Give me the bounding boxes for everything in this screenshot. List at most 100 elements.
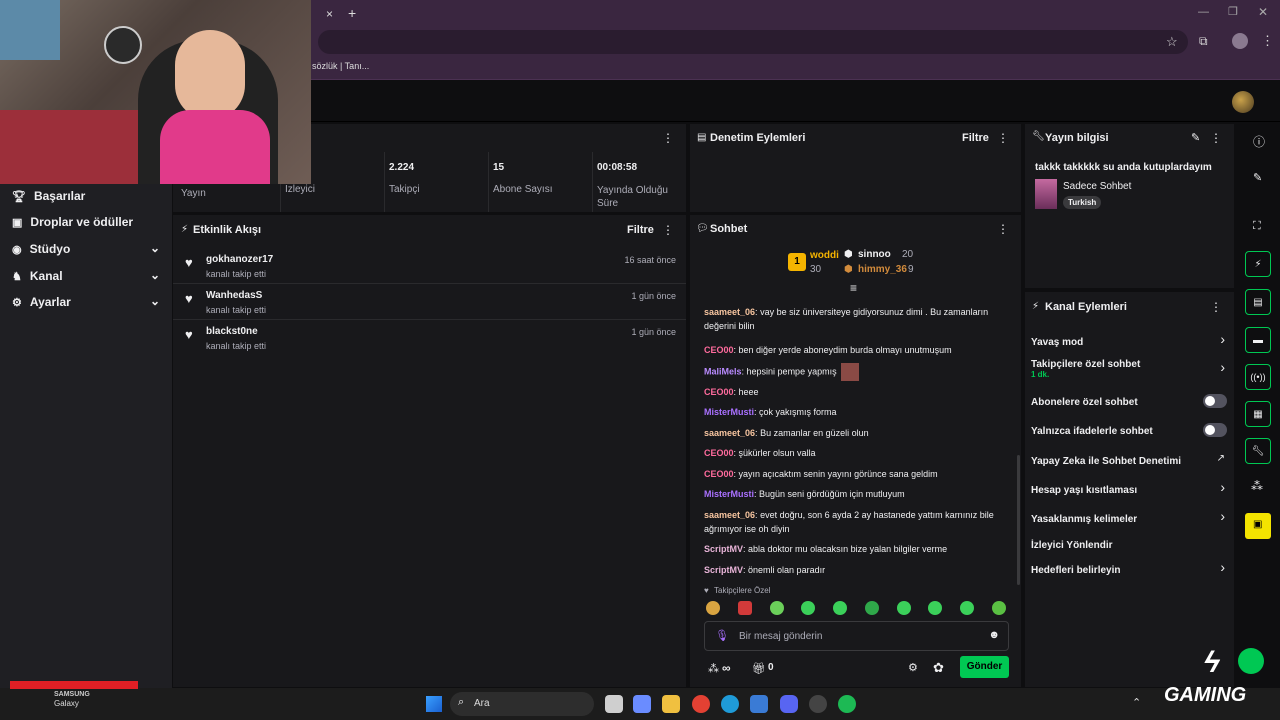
sidebar-item-achievements[interactable]: 🏆︎ Başarılar: [12, 189, 85, 203]
list-item[interactable]: ♥ WanhedasS kanalı takip etti 1 gün önce: [173, 284, 686, 320]
action-raid[interactable]: İzleyici Yönlendir: [1031, 537, 1229, 551]
extensions-icon[interactable]: ⧉: [1199, 34, 1208, 49]
chat-menu-icon[interactable]: ⋮: [997, 222, 1009, 236]
action-follower-chat[interactable]: Takipçilere özel sohbet 1 dk. ›: [1031, 359, 1229, 379]
bookmark-item[interactable]: sözlük | Tanı...: [312, 61, 369, 71]
quick-action-chat[interactable]: ▬: [1245, 327, 1271, 353]
heart-icon: ♥: [185, 291, 193, 306]
channel-points-icon[interactable]: ⁂: [708, 662, 719, 675]
activity-menu-icon[interactable]: ⋮: [662, 223, 674, 237]
chrome-icon[interactable]: [692, 695, 710, 713]
pencil-icon[interactable]: ✎: [1191, 131, 1200, 144]
emote-button[interactable]: [769, 601, 784, 615]
community-icon[interactable]: ⁂: [1251, 479, 1263, 493]
action-subscriber-chat: Abonelere özel sohbet: [1031, 394, 1229, 408]
quick-action-lightning[interactable]: ⚡︎: [1245, 251, 1271, 277]
leaderboard-third-name[interactable]: himmy_36: [858, 264, 907, 275]
sidebar-item-studio[interactable]: ◉ Stüdyo ⌄: [12, 241, 160, 256]
profile-avatar[interactable]: [1232, 33, 1248, 49]
restore-icon[interactable]: ❐: [1228, 5, 1238, 18]
action-ai-moderation[interactable]: Yapay Zeka ile Sohbet Denetimi ↗: [1031, 453, 1229, 467]
discord-icon[interactable]: [780, 695, 798, 713]
moderation-menu-icon[interactable]: ⋮: [997, 131, 1009, 145]
quick-action-settings[interactable]: 🔧︎: [1245, 438, 1271, 464]
store-icon[interactable]: [750, 695, 768, 713]
task-view-icon[interactable]: [605, 695, 623, 713]
address-bar[interactable]: [318, 30, 1188, 54]
emote-button[interactable]: [896, 601, 911, 615]
rewards-icon[interactable]: ✿: [933, 660, 944, 676]
activity-filter-button[interactable]: Filtre: [627, 224, 654, 236]
browser-menu-icon[interactable]: ⋮: [1261, 33, 1274, 49]
close-window-icon[interactable]: ✕: [1258, 5, 1268, 19]
emote-button[interactable]: [960, 601, 975, 615]
info-icon[interactable]: ⓘ: [1253, 133, 1265, 150]
list-item[interactable]: ♥ blackst0ne kanalı takip etti 1 gün önc…: [173, 320, 686, 356]
quick-action-ad[interactable]: ▦: [1245, 401, 1271, 427]
chat-input[interactable]: 🎙︎ Bir mesaj gönderin ☻: [704, 621, 1009, 651]
stream-info-menu-icon[interactable]: ⋮: [1210, 131, 1222, 145]
gear-icon[interactable]: ⚙: [908, 661, 918, 674]
tray-chevron-icon[interactable]: ⌃: [1132, 696, 1141, 709]
channel-actions-menu-icon[interactable]: ⋮: [1210, 300, 1222, 314]
emote-button[interactable]: [864, 601, 879, 615]
leaderboard-first-name[interactable]: woddi: [810, 250, 839, 261]
copilot-icon[interactable]: [633, 695, 651, 713]
subscriber-chat-toggle[interactable]: [1203, 394, 1227, 408]
chat-scrollbar[interactable]: [1017, 455, 1020, 585]
action-slow-mode[interactable]: Yavaş mod ›: [1031, 331, 1229, 348]
chevron-right-icon: ›: [1220, 359, 1225, 375]
watermark-brand: GAMING: [1164, 684, 1247, 706]
emote-button[interactable]: [991, 601, 1006, 615]
edge-icon[interactable]: [721, 695, 739, 713]
emote-button[interactable]: [706, 601, 720, 615]
emoji-icon[interactable]: ☻: [988, 629, 1000, 641]
sidebar-item-drops[interactable]: ▣ Droplar ve ödüller: [12, 215, 133, 229]
event-user[interactable]: gokhanozer17: [206, 254, 273, 265]
gift-box-icon[interactable]: 🎁︎: [752, 662, 766, 675]
chat-message: saameet_06: Bu zamanlar en güzeli olun: [704, 428, 869, 438]
moderation-filter-button[interactable]: Filtre: [962, 132, 989, 144]
stream-tag[interactable]: Turkish: [1063, 196, 1102, 209]
sidebar-item-channel[interactable]: ♞ Kanal ⌄: [12, 268, 160, 283]
mic-icon[interactable]: 🎙︎: [715, 629, 729, 642]
emote-button[interactable]: [833, 601, 848, 615]
emote-button[interactable]: [801, 601, 816, 615]
pencil-icon[interactable]: ✎: [1253, 171, 1262, 184]
send-button[interactable]: Gönder: [960, 656, 1009, 678]
sidebar-item-settings[interactable]: ⚙ Ayarlar ⌄: [12, 294, 160, 309]
action-account-age[interactable]: Hesap yaşı kısıtlaması ›: [1031, 479, 1229, 496]
obs-icon[interactable]: [809, 695, 827, 713]
clapperboard-icon: ▣: [1253, 519, 1263, 530]
new-tab-button[interactable]: +: [348, 5, 356, 21]
expand-leaderboard-icon[interactable]: ≡: [850, 281, 857, 295]
action-banned-words[interactable]: Yasaklanmış kelimeler ›: [1031, 508, 1229, 525]
event-user[interactable]: WanhedasS: [206, 290, 262, 301]
quick-action-marker[interactable]: ▣: [1245, 513, 1271, 539]
quick-action-clip[interactable]: ▤: [1245, 289, 1271, 315]
emote-button[interactable]: [737, 601, 752, 615]
action-goals[interactable]: Hedefleri belirleyin ›: [1031, 559, 1229, 576]
moderation-panel: ▤ Denetim Eylemleri Filtre ⋮: [689, 123, 1022, 213]
list-item[interactable]: ♥ gokhanozer17 kanalı takip etti 16 saat…: [173, 248, 686, 284]
file-explorer-icon[interactable]: [662, 695, 680, 713]
minimize-icon[interactable]: —: [1198, 6, 1209, 18]
category-box-art[interactable]: [1035, 179, 1057, 209]
close-tab-icon[interactable]: ×: [326, 7, 333, 21]
event-user[interactable]: blackst0ne: [206, 326, 258, 337]
windows-start-icon[interactable]: [426, 696, 442, 712]
fullscreen-icon[interactable]: ⛶: [1253, 220, 1261, 233]
bookmark-star-icon[interactable]: ☆: [1166, 34, 1178, 50]
user-avatar[interactable]: [1232, 91, 1254, 113]
spotify-icon[interactable]: [838, 695, 856, 713]
document-icon: ▤: [1253, 296, 1263, 308]
quick-action-broadcast[interactable]: ((•)): [1245, 364, 1271, 390]
taskbar-search[interactable]: ⌕ Ara: [450, 692, 594, 716]
emote-button[interactable]: [928, 601, 943, 615]
leaderboard-second-name[interactable]: sinnoo: [858, 249, 891, 260]
stream-category[interactable]: Sadece Sohbet: [1063, 181, 1131, 192]
emote-chat-toggle[interactable]: [1203, 423, 1227, 437]
stats-menu-icon[interactable]: ⋮: [662, 131, 674, 145]
studio-icon: ◉: [12, 244, 22, 256]
logo-badge: [104, 26, 142, 64]
